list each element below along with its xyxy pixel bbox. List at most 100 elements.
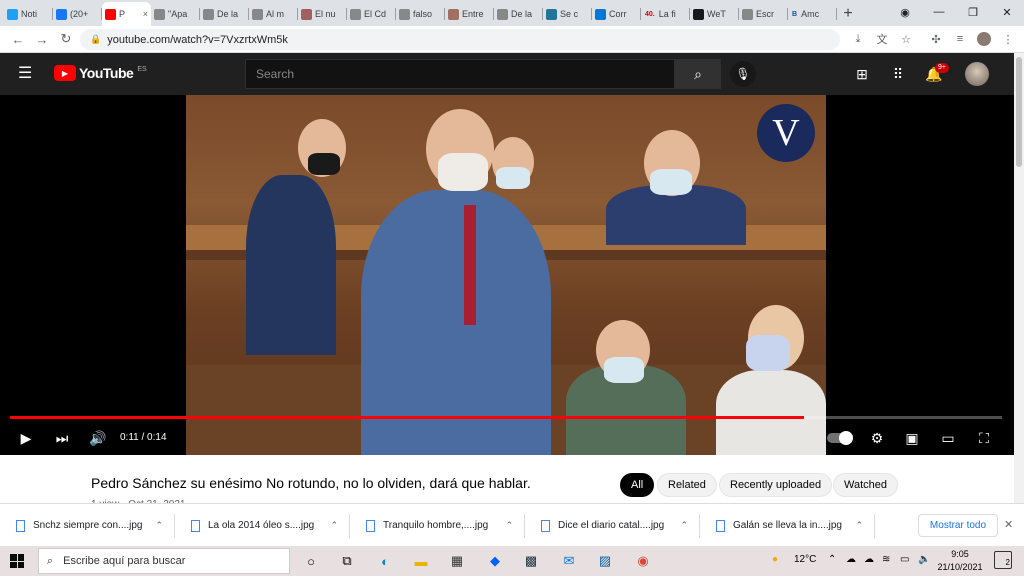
bookmark-star-icon[interactable]: ☆ [896, 29, 916, 49]
browser-tab[interactable]: 40. La fi [641, 2, 690, 26]
browser-menu-icon[interactable]: ⋮ [998, 29, 1018, 49]
url-field[interactable]: 🔒 youtube.com/watch?v=7VxzrtxWm5k [80, 29, 840, 50]
browser-tab[interactable]: (20+ [53, 2, 102, 26]
browser-tab[interactable]: Escr [739, 2, 788, 26]
browser-tab[interactable]: Se c [543, 2, 592, 26]
progress-bar[interactable] [10, 416, 1002, 419]
tab-close-icon[interactable]: × [143, 9, 148, 19]
minimize-icon[interactable]: — [922, 0, 956, 24]
reload-icon[interactable]: ↻ [54, 27, 78, 51]
install-icon[interactable]: ⤓ [848, 29, 868, 49]
voice-search-button[interactable]: 🎙 [730, 61, 756, 87]
download-item[interactable]: Galán se lleva la in....jpg ⌃ [700, 504, 875, 547]
apps-grid-icon[interactable]: ⠿ [888, 64, 908, 84]
chrome-icon[interactable]: ◉ [632, 550, 654, 572]
notifications-icon[interactable]: 2 [994, 551, 1012, 569]
settings-gear-icon[interactable]: ⚙ [865, 426, 889, 450]
download-item[interactable]: Tranquilo hombre,....jpg ⌃ [350, 504, 525, 547]
search-button[interactable]: ⌕ [675, 59, 721, 89]
chip-related[interactable]: Related [657, 473, 717, 497]
taskbar-search-field[interactable]: ⌕ Escribe aquí para buscar [38, 548, 290, 574]
fullscreen-icon[interactable]: ⛶ [972, 426, 996, 450]
cortana-icon[interactable]: ○ [300, 550, 322, 572]
browser-tab[interactable]: Entre [445, 2, 494, 26]
video-player[interactable]: V ▶ ⏭ 🔊 0:11 / 0:14 ⚙ ▣ ▭ ⛶ [0, 95, 1014, 455]
theater-mode-icon[interactable]: ▭ [936, 426, 960, 450]
speaker-icon[interactable]: 🔈 [918, 554, 930, 565]
chip-watched[interactable]: Watched [833, 473, 899, 497]
youtube-logo[interactable]: ▶ YouTube ES [54, 65, 147, 81]
reading-list-icon[interactable]: ≡ [950, 29, 970, 49]
chevron-up-icon[interactable]: ⌃ [155, 520, 163, 531]
photos-icon[interactable]: ▨ [594, 550, 616, 572]
chip-recently-uploaded[interactable]: Recently uploaded [719, 473, 833, 497]
browser-tab[interactable]: WeT [690, 2, 739, 26]
system-clock[interactable]: 9:05 21/10/2021 [936, 548, 984, 574]
browser-tab[interactable]: El Cd [347, 2, 396, 26]
youtube-page: ☰ ▶ YouTube ES Search ⌕ 🎙 ⊞ ⠿ 🔔 9+ V ▶ ⏭… [0, 53, 1014, 510]
browser-tab[interactable]: De la [200, 2, 249, 26]
next-button[interactable]: ⏭ [50, 426, 74, 450]
forward-icon[interactable]: → [30, 27, 54, 51]
play-button[interactable]: ▶ [14, 426, 38, 450]
autoplay-toggle[interactable] [827, 431, 853, 445]
maximize-icon[interactable]: ❐ [956, 0, 990, 24]
download-item[interactable]: La ola 2014 óleo s....jpg ⌃ [175, 504, 350, 547]
download-item[interactable]: Snchz siempre con....jpg ⌃ [0, 504, 175, 547]
browser-tab[interactable]: Corr [592, 2, 641, 26]
video-title: Pedro Sánchez su enésimo No rotundo, no … [91, 475, 531, 491]
page-scrollbar[interactable] [1014, 53, 1024, 503]
translate-icon[interactable]: 文 [872, 29, 892, 49]
wifi-icon[interactable]: ≋ [882, 554, 890, 565]
file-explorer-icon[interactable]: ▬ [410, 550, 432, 572]
extensions-icon[interactable]: ✣ [926, 29, 946, 49]
account-avatar[interactable] [965, 62, 989, 86]
dropbox-icon[interactable]: ◆ [484, 550, 506, 572]
mail-icon[interactable]: ✉ [558, 550, 580, 572]
chevron-up-icon[interactable]: ⌃ [330, 520, 338, 531]
app-icon[interactable]: ▩ [520, 550, 542, 572]
temperature[interactable]: 12°C [794, 554, 816, 565]
new-tab-button[interactable]: + [837, 2, 859, 26]
close-downloads-icon[interactable]: ✕ [1004, 518, 1013, 531]
video-frame[interactable]: V [186, 95, 826, 455]
browser-tab[interactable]: "Apa [151, 2, 200, 26]
browser-tab[interactable]: falso [396, 2, 445, 26]
chevron-up-icon[interactable]: ⌃ [505, 520, 513, 531]
download-item[interactable]: Dice el diario catal....jpg ⌃ [525, 504, 700, 547]
browser-tab[interactable]: Noti [4, 2, 53, 26]
tab-title: Noti [21, 9, 38, 19]
chip-all[interactable]: All [620, 473, 655, 497]
tab-title: (20+ [70, 9, 89, 19]
windows-start-icon[interactable] [10, 554, 24, 568]
search-input[interactable]: Search [245, 59, 675, 89]
browser-tab[interactable]: P × [102, 2, 151, 26]
edge-icon[interactable]: ◐ [374, 550, 396, 572]
tray-chevron-up-icon[interactable]: ⌃ [828, 554, 836, 565]
profile-menu-icon[interactable]: ◉ [888, 0, 922, 24]
browser-tab[interactable]: B Amc [788, 2, 837, 26]
chevron-up-icon[interactable]: ⌃ [855, 520, 863, 531]
task-view-icon[interactable]: ⧉ [336, 550, 358, 572]
downloads-bar: Snchz siempre con....jpg ⌃ La ola 2014 ól… [0, 503, 1024, 546]
browser-tab[interactable]: Al m [249, 2, 298, 26]
back-icon[interactable]: ← [6, 27, 30, 51]
volume-button[interactable]: 🔊 [86, 426, 110, 450]
weather-icon[interactable]: ● [772, 554, 778, 565]
store-icon[interactable]: ▦ [446, 550, 468, 572]
close-window-icon[interactable]: ✕ [990, 0, 1024, 24]
create-video-icon[interactable]: ⊞ [852, 64, 872, 84]
scrollbar-thumb[interactable] [1016, 57, 1022, 167]
battery-icon[interactable]: ▭ [900, 554, 909, 565]
chevron-up-icon[interactable]: ⌃ [680, 520, 688, 531]
show-all-downloads-button[interactable]: Mostrar todo [918, 514, 998, 537]
menu-icon[interactable]: ☰ [18, 65, 36, 83]
tab-title: P [119, 9, 126, 19]
miniplayer-icon[interactable]: ▣ [900, 426, 924, 450]
onedrive-icon[interactable]: ☁ [864, 554, 874, 565]
speaker-tie [464, 205, 476, 325]
browser-tab[interactable]: El nu [298, 2, 347, 26]
profile-avatar-icon[interactable] [974, 29, 994, 49]
browser-tab[interactable]: De la [494, 2, 543, 26]
network-icon[interactable]: ☁ [846, 554, 856, 565]
